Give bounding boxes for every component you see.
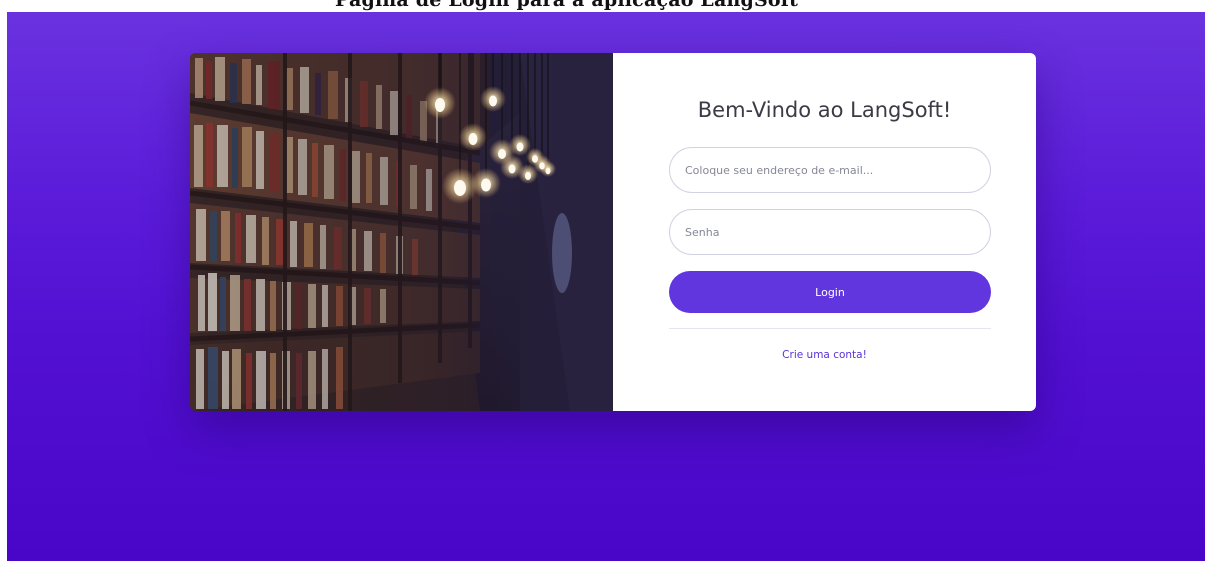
form-divider: [669, 328, 991, 329]
login-form-panel: Bem-Vindo ao LangSoft! Login Crie uma co…: [613, 53, 1036, 411]
email-field[interactable]: [669, 147, 991, 193]
password-field[interactable]: [669, 209, 991, 255]
create-account-link[interactable]: Crie uma conta!: [613, 349, 1036, 361]
library-illustration: [190, 53, 613, 411]
login-button[interactable]: Login: [669, 271, 991, 313]
login-card: Bem-Vindo ao LangSoft! Login Crie uma co…: [190, 53, 1036, 411]
library-image: [190, 53, 613, 411]
top-strip: Página de Login para a aplicação LangSof…: [0, 0, 1205, 12]
cutoff-page-heading: Página de Login para a aplicação LangSof…: [335, 0, 799, 11]
welcome-title: Bem-Vindo ao LangSoft!: [697, 98, 952, 122]
